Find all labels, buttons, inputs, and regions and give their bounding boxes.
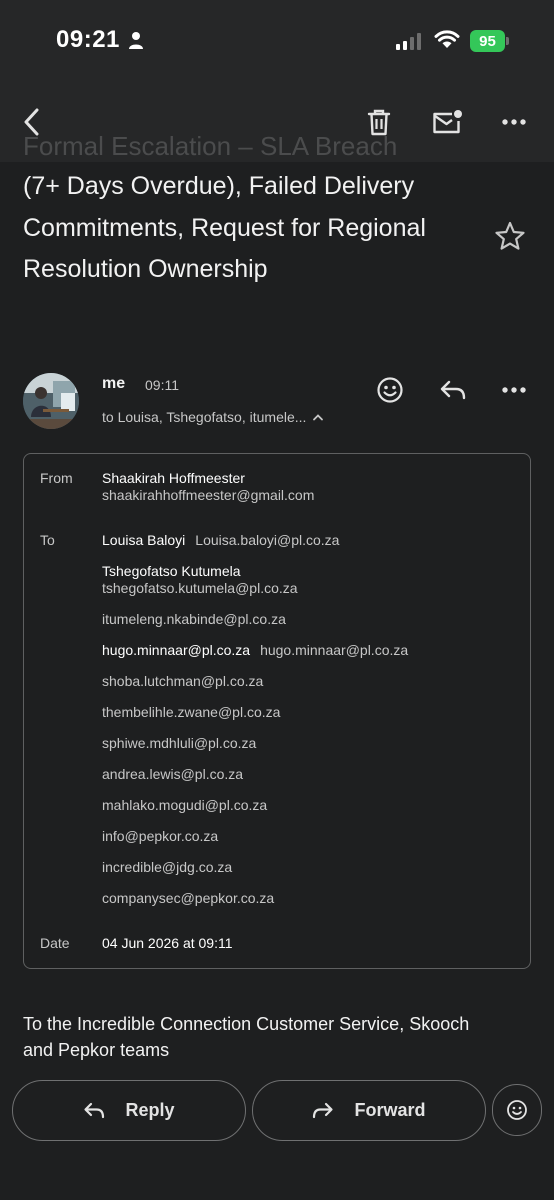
star-icon — [495, 221, 525, 250]
reply-icon-button[interactable] — [431, 368, 475, 412]
more-options-button[interactable] — [492, 100, 536, 144]
reply-icon — [440, 380, 466, 400]
back-button[interactable] — [10, 100, 54, 144]
forward-icon — [313, 1102, 334, 1118]
more-vert-icon — [502, 119, 526, 125]
emoji-icon — [377, 377, 403, 403]
email-toolbar — [0, 80, 554, 162]
status-bar: 09:21 95 — [0, 0, 554, 80]
email-body: To the Incredible Connection Customer Se… — [23, 1014, 470, 1060]
to-label: To — [40, 532, 55, 548]
react-button[interactable] — [368, 368, 412, 412]
star-button[interactable] — [488, 214, 532, 258]
avatar-image — [23, 373, 79, 429]
recipient-row[interactable]: itumeleng.nkabinde@pl.co.za — [102, 611, 286, 627]
recipient-row[interactable]: Tshegofatso Kutumela — [102, 563, 241, 579]
battery-level: 95 — [470, 30, 505, 52]
signal-icon — [396, 32, 421, 50]
recipient-row[interactable]: mahlako.mogudi@pl.co.za — [102, 797, 267, 813]
mark-unread-button[interactable] — [425, 100, 469, 144]
chevron-up-icon — [313, 414, 324, 421]
reply-button[interactable]: Reply — [12, 1080, 246, 1141]
recipient-row[interactable]: incredible@jdg.co.za — [102, 859, 232, 875]
person-icon — [129, 32, 143, 49]
message-more-button[interactable] — [492, 368, 536, 412]
more-icon — [502, 387, 526, 393]
mark-unread-icon — [433, 110, 462, 134]
recipient-row[interactable]: companysec@pepkor.co.za — [102, 890, 274, 906]
sender-name: me — [102, 375, 126, 392]
wifi-icon — [434, 30, 460, 48]
from-label: From — [40, 470, 73, 486]
date-value: 04 Jun 2026 at 09:11 — [102, 935, 233, 951]
from-email[interactable]: shaakirahhoffmeester@gmail.com — [102, 487, 314, 503]
recipient-row[interactable]: shoba.lutchman@pl.co.za — [102, 673, 263, 689]
recipient-row[interactable]: thembelihle.zwane@pl.co.za — [102, 704, 280, 720]
avatar[interactable] — [23, 373, 79, 429]
date-label: Date — [40, 935, 70, 951]
recipient-row[interactable]: Louisa Baloyi Louisa.baloyi@pl.co.za — [102, 532, 339, 548]
trash-icon — [367, 109, 391, 136]
reply-icon — [84, 1102, 105, 1118]
recipient-row[interactable]: sphiwe.mdhluli@pl.co.za — [102, 735, 256, 751]
status-time: 09:21 — [56, 26, 120, 53]
battery-icon: 95 — [470, 30, 509, 52]
recipients-summary: to Louisa, Tshegofatso, itumele... — [102, 409, 307, 425]
recipient-row[interactable]: hugo.minnaar@pl.co.za hugo.minnaar@pl.co.… — [102, 642, 408, 658]
sent-time: 09:11 — [145, 377, 179, 393]
reply-label: Reply — [125, 1100, 175, 1120]
back-arrow-icon — [24, 108, 39, 136]
recipient-row[interactable]: info@pepkor.co.za — [102, 828, 218, 844]
recipient-row[interactable]: andrea.lewis@pl.co.za — [102, 766, 243, 782]
forward-label: Forward — [354, 1100, 426, 1120]
recipients-toggle[interactable]: to Louisa, Tshegofatso, itumele... — [102, 409, 324, 425]
recipient-email[interactable]: tshegofatso.kutumela@pl.co.za — [102, 580, 298, 596]
forward-button[interactable]: Forward — [252, 1080, 486, 1141]
message-details: From Shaakirah Hoffmeester shaakirahhoff… — [23, 453, 531, 969]
add-reaction-button[interactable] — [492, 1084, 542, 1136]
email-subject: (7+ Days Overdue), Failed Delivery Commi… — [23, 172, 426, 283]
from-name: Shaakirah Hoffmeester — [102, 470, 245, 486]
add-reaction-icon — [507, 1100, 527, 1120]
delete-button[interactable] — [357, 100, 401, 144]
